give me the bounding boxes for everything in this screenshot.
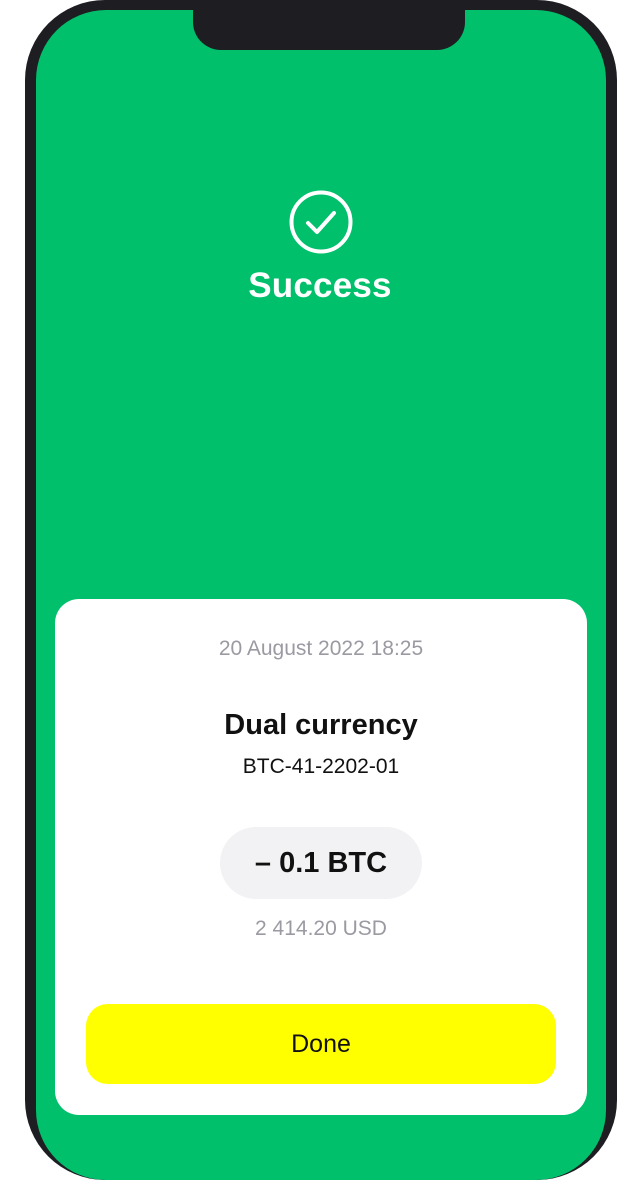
product-code: BTC-41-2202-01: [242, 755, 400, 778]
amount-badge: – 0.1 BTC: [220, 827, 422, 899]
amount-value: – 0.1 BTC: [254, 846, 388, 879]
success-title: Success: [248, 266, 392, 305]
converted-amount: 2 414.20 USD: [255, 917, 387, 940]
done-button-label: Done: [291, 1029, 351, 1058]
device-notch: [193, 0, 465, 50]
product-name: Dual currency: [224, 709, 418, 741]
check-circle-icon: [289, 190, 353, 254]
receipt-card: 20 August 2022 18:25 Dual currency BTC-4…: [55, 599, 587, 1115]
transaction-date: 20 August 2022 18:25: [218, 637, 424, 660]
done-button[interactable]: Done: [86, 1004, 556, 1084]
